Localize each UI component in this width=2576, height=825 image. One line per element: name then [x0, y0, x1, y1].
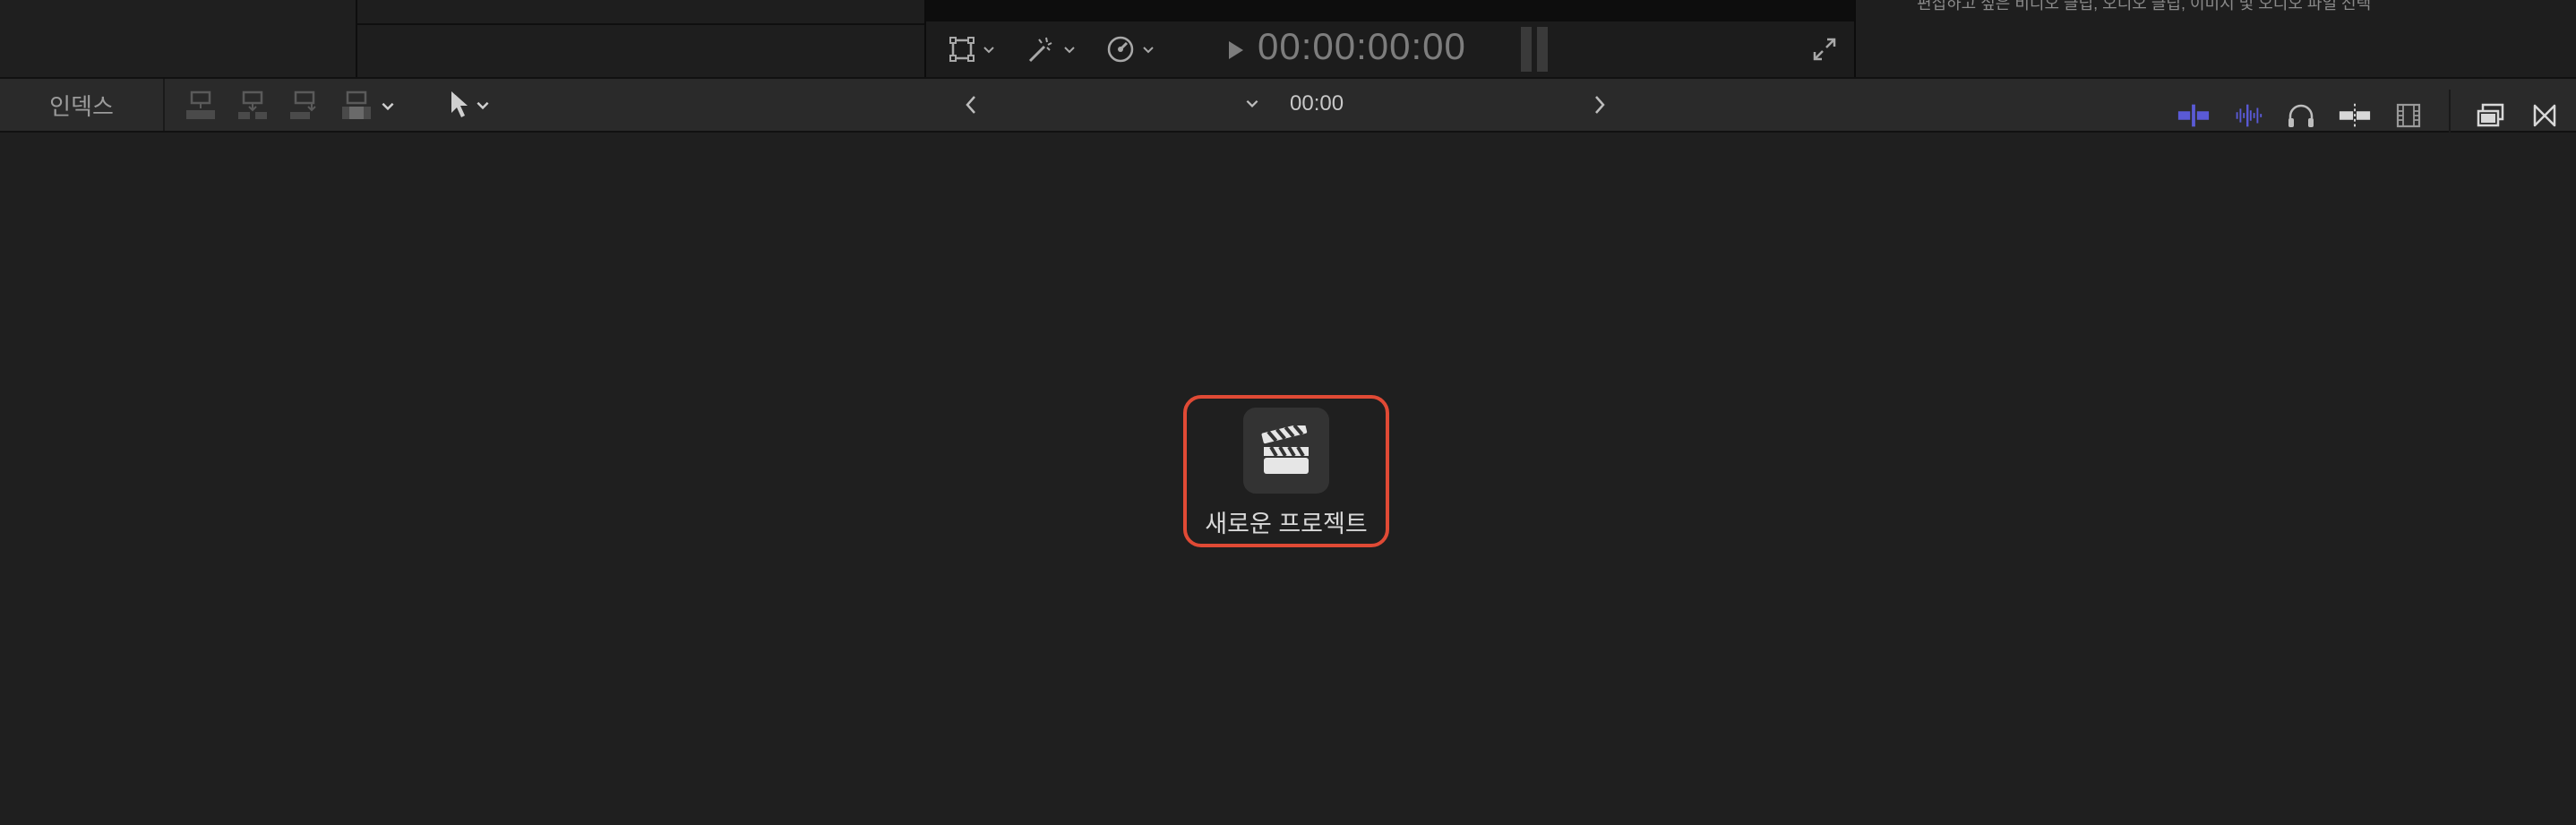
transform-icon: [949, 37, 975, 62]
overwrite-clip-icon: [342, 90, 371, 119]
edit-tools: [183, 90, 396, 122]
audio-meter-right: [1537, 27, 1548, 72]
skimming-icon: [2177, 104, 2210, 127]
new-project-label: 새로운 프로젝트: [1205, 511, 1368, 537]
enhance-control[interactable]: [1026, 34, 1077, 64]
chevron-down-icon[interactable]: [1243, 95, 1261, 111]
insert-button[interactable]: [235, 90, 270, 122]
chevron-down-icon: [1064, 47, 1075, 54]
browser-divider: [357, 23, 924, 25]
chevron-down-icon: [1143, 47, 1154, 54]
clapperboard-icon: [1261, 425, 1309, 474]
viewer: 00:00:00:00: [924, 0, 1856, 77]
chevron-down-icon: [477, 101, 489, 110]
transitions-browser-button[interactable]: [2528, 99, 2562, 132]
browser-pane-bottom: [357, 0, 924, 77]
fullscreen-icon[interactable]: [1811, 36, 1838, 63]
solo-button[interactable]: [2284, 99, 2318, 132]
pointer-arrow-icon: [451, 91, 468, 117]
append-button[interactable]: [287, 90, 322, 122]
chevron-left-icon[interactable]: [962, 91, 980, 118]
play-icon[interactable]: [1227, 39, 1245, 61]
audio-meters: [1521, 27, 1548, 72]
magic-wand-icon: [1028, 37, 1052, 63]
snapping-button[interactable]: [2338, 99, 2372, 132]
top-strip: 00:00:00:00 편집하고 싶은 비디오 클립, 오디오 클립, 이미지 …: [0, 0, 2576, 77]
timeline-area: 새로운 프로젝트: [0, 133, 2576, 825]
chevron-down-icon: [983, 47, 994, 54]
connect-button[interactable]: [183, 90, 219, 122]
chevron-right-icon[interactable]: [1591, 91, 1609, 118]
viewer-screen: [926, 0, 1854, 21]
new-project-button[interactable]: 새로운 프로젝트: [1183, 395, 1389, 547]
transform-control[interactable]: [948, 34, 996, 64]
clip-appearance-button[interactable]: [2391, 99, 2426, 132]
timeline-history-icon: [2477, 103, 2504, 127]
timeline-history-button[interactable]: [2474, 99, 2508, 132]
speed-control[interactable]: [1105, 34, 1155, 64]
speedometer-icon: [1107, 36, 1134, 63]
audio-meter-left: [1521, 27, 1532, 72]
audio-skimming-icon: [2236, 104, 2263, 127]
film-strip-icon: [2396, 103, 2421, 128]
index-button[interactable]: 인덱스: [0, 79, 165, 131]
transitions-icon: [2533, 104, 2556, 127]
inspector-pane-bottom: 편집하고 싶은 비디오 클립, 오디오 클립, 이미지 및 오디오 파일 선택: [1854, 0, 2576, 77]
snapping-icon: [2339, 103, 2371, 128]
connect-clip-icon: [186, 90, 215, 119]
chevron-down-icon[interactable]: [380, 98, 396, 114]
library-pane-bottom: [0, 0, 357, 77]
audio-skimming-button[interactable]: [2230, 99, 2264, 132]
skimming-button[interactable]: [2177, 99, 2211, 132]
append-clip-icon: [290, 90, 316, 119]
overwrite-button[interactable]: [339, 90, 374, 122]
timeline-duration: 00:00: [1290, 91, 1344, 116]
tool-selector[interactable]: [448, 90, 491, 120]
headphones-icon: [2288, 104, 2314, 127]
inspector-hint: 편집하고 싶은 비디오 클립, 오디오 클립, 이미지 및 오디오 파일 선택: [1917, 0, 2372, 13]
viewer-timecode: 00:00:00:00: [1258, 25, 1466, 67]
new-project-icon-tile: [1243, 408, 1329, 494]
insert-clip-icon: [238, 90, 267, 119]
timeline-toolbar: 인덱스 00:00: [0, 77, 2576, 142]
